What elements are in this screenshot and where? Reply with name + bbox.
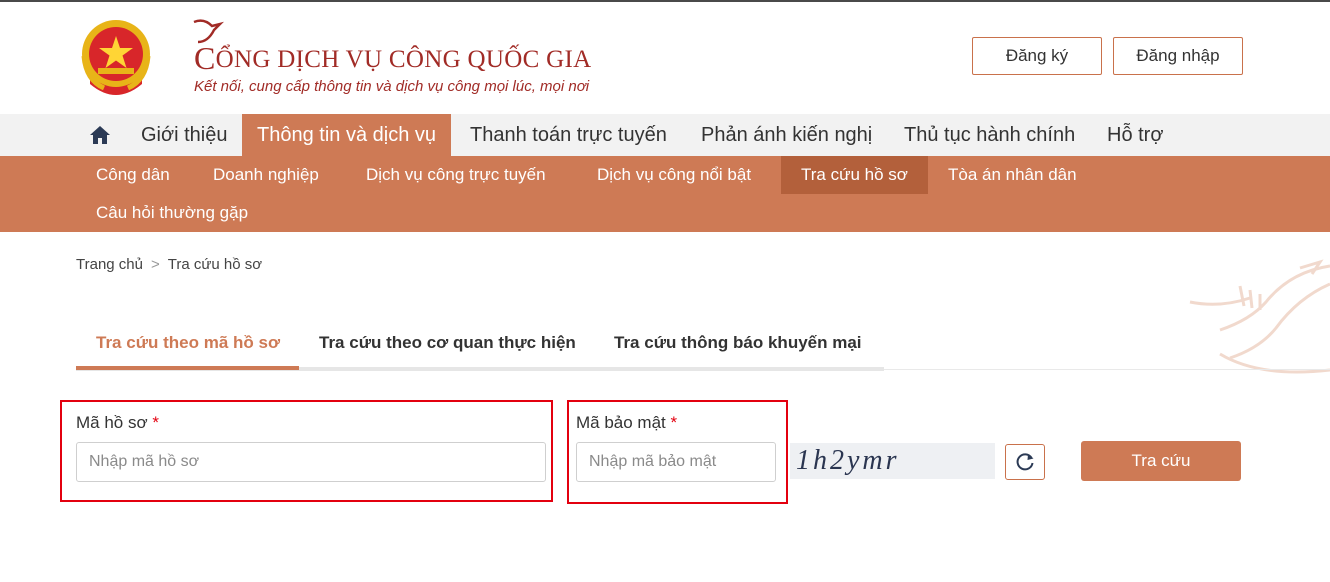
security-code-input[interactable] <box>576 442 776 482</box>
captcha-image: 1h2ymr <box>790 443 995 479</box>
tabs-divider <box>884 369 1330 370</box>
subnav-item-cong-dan[interactable]: Công dân <box>96 156 170 194</box>
sub-nav: Công dân Doanh nghiệp Dịch vụ công trực … <box>0 156 1330 232</box>
tab-promotion-notice[interactable]: Tra cứu thông báo khuyến mại <box>614 322 862 370</box>
record-code-required-mark: * <box>152 413 159 432</box>
subnav-item-tra-cuu-ho-so[interactable]: Tra cứu hồ sơ <box>781 156 928 194</box>
record-code-label-text: Mã hồ sơ <box>76 413 148 432</box>
nav-item-phan-anh[interactable]: Phản ánh kiến nghị <box>701 114 872 156</box>
main-nav: Giới thiệu Thông tin và dịch vụ Thanh to… <box>0 114 1330 156</box>
nav-item-thu-tuc[interactable]: Thủ tục hành chính <box>904 114 1075 156</box>
site-title-initial: C <box>194 40 216 76</box>
security-code-label-text: Mã bảo mật <box>576 413 666 432</box>
nav-item-ho-tro[interactable]: Hỗ trợ <box>1107 114 1163 156</box>
subnav-item-toa-an[interactable]: Tòa án nhân dân <box>948 156 1077 194</box>
site-title[interactable]: CỔNG DỊCH VỤ CÔNG QUỐC GIA <box>194 38 592 76</box>
record-code-label: Mã hồ sơ * <box>76 413 159 433</box>
subnav-item-cau-hoi[interactable]: Câu hỏi thường gặp <box>96 194 248 232</box>
header: CỔNG DỊCH VỤ CÔNG QUỐC GIA Kết nối, cung… <box>0 2 1330 114</box>
national-emblem-icon[interactable] <box>76 16 156 100</box>
record-code-input[interactable] <box>76 442 546 482</box>
captcha-text: 1h2ymr <box>796 445 900 476</box>
tab-by-agency[interactable]: Tra cứu theo cơ quan thực hiện <box>319 322 576 370</box>
breadcrumb-home-link[interactable]: Trang chủ <box>76 256 143 273</box>
subnav-item-dich-vu-noi-bat[interactable]: Dịch vụ công nổi bật <box>597 156 751 194</box>
home-icon[interactable] <box>89 125 111 145</box>
register-button[interactable]: Đăng ký <box>972 37 1102 75</box>
subnav-item-doanh-nghiep[interactable]: Doanh nghiệp <box>213 156 319 194</box>
breadcrumb: Trang chủ > Tra cứu hồ sơ <box>76 256 262 273</box>
nav-item-thong-tin-dich-vu[interactable]: Thông tin và dịch vụ <box>242 114 451 156</box>
search-tabs: Tra cứu theo mã hồ sơ Tra cứu theo cơ qu… <box>76 322 884 370</box>
subnav-item-dich-vu-truc-tuyen[interactable]: Dịch vụ công trực tuyến <box>366 156 546 194</box>
refresh-icon <box>1016 453 1034 471</box>
security-code-label: Mã bảo mật * <box>576 413 677 433</box>
nav-item-thanh-toan[interactable]: Thanh toán trực tuyến <box>470 114 667 156</box>
active-tab-indicator <box>76 366 299 370</box>
tab-by-record-code[interactable]: Tra cứu theo mã hồ sơ <box>96 322 280 370</box>
login-button[interactable]: Đăng nhập <box>1113 37 1243 75</box>
site-slogan: Kết nối, cung cấp thông tin và dịch vụ c… <box>194 78 590 95</box>
breadcrumb-separator: > <box>150 256 160 273</box>
decorative-bird-graphic <box>1189 259 1330 374</box>
refresh-captcha-button[interactable] <box>1005 444 1045 480</box>
search-submit-button[interactable]: Tra cứu <box>1081 441 1241 481</box>
security-code-required-mark: * <box>670 413 678 432</box>
breadcrumb-current: Tra cứu hồ sơ <box>167 256 263 273</box>
site-title-text: ỔNG DỊCH VỤ CÔNG QUỐC GIA <box>215 46 592 73</box>
nav-item-gioi-thieu[interactable]: Giới thiệu <box>141 114 227 156</box>
